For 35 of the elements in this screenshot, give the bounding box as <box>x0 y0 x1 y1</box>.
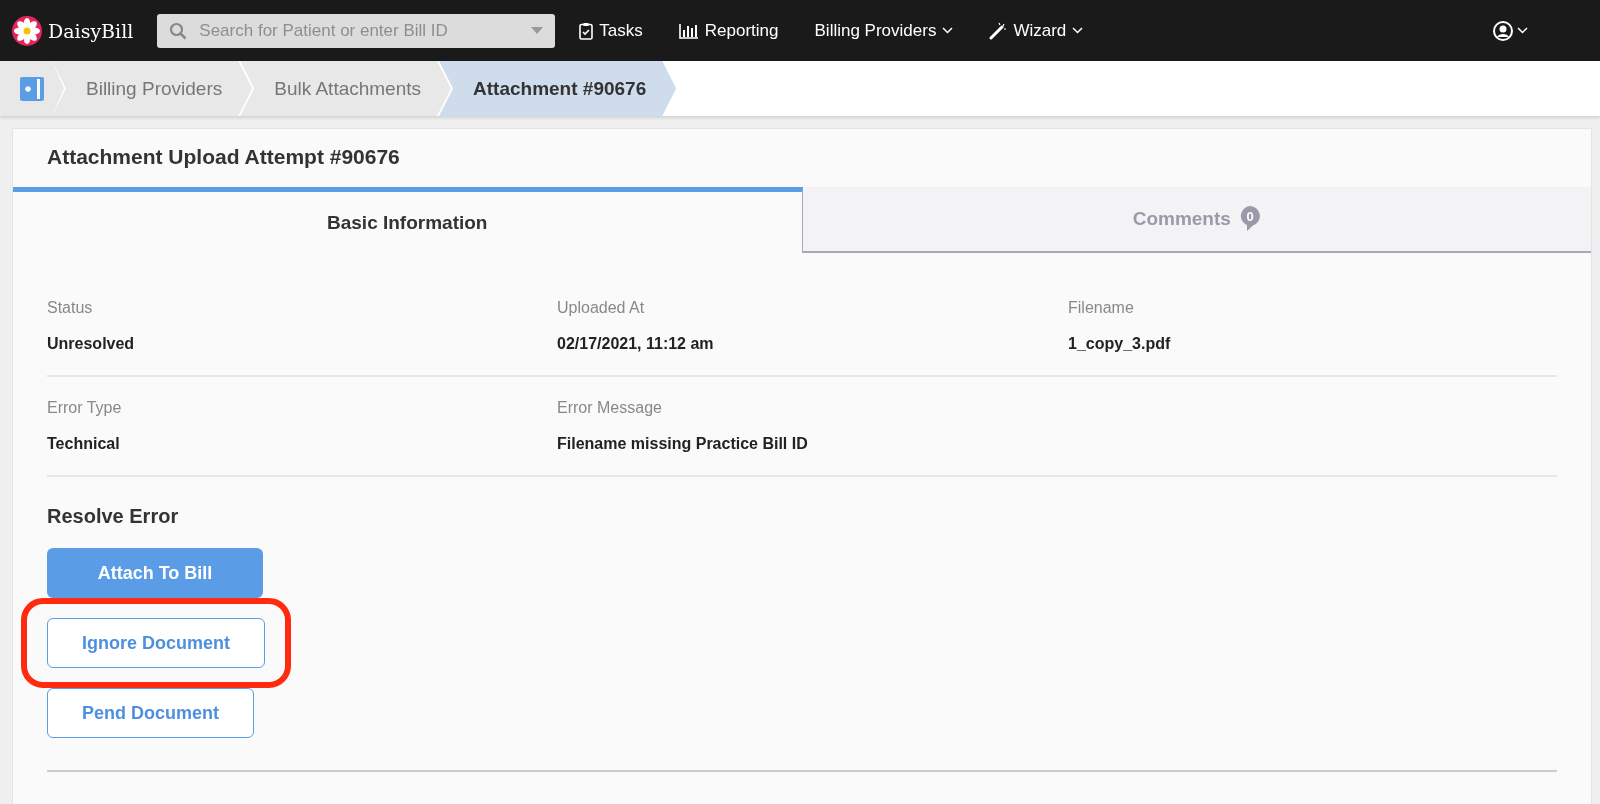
breadcrumb[interactable]: Billing Providers <box>52 61 253 116</box>
field-label: Filename <box>1068 299 1135 317</box>
clipboard-icon <box>579 21 594 40</box>
breadcrumb[interactable]: Attachment #90676 <box>439 61 677 116</box>
nav-menu-item[interactable]: Tasks <box>579 20 643 41</box>
search-icon <box>169 21 188 40</box>
comment-count-badge: 0 <box>1238 205 1261 233</box>
page-title: Attachment Upload Attempt #90676 <box>46 144 401 170</box>
bar-chart-icon <box>678 22 699 39</box>
field-value: 1_copy_3.pdf <box>1068 335 1172 353</box>
chevron-down-icon <box>1072 27 1084 34</box>
magic-wand-icon <box>989 21 1008 40</box>
field-value: 02/17/2021, 11:12 am <box>557 335 715 353</box>
nav-menu-item[interactable]: Billing Providers <box>814 20 954 41</box>
flower-logo-icon <box>12 15 42 46</box>
field-label: Status <box>47 299 94 317</box>
brand-name[interactable]: DaisyBill <box>48 19 134 42</box>
tab[interactable]: Basic Information <box>13 187 803 253</box>
field-label: Uploaded At <box>557 299 646 317</box>
field-value: Unresolved <box>47 335 136 353</box>
chevron-down-icon <box>942 27 954 34</box>
field-label: Error Type <box>47 399 123 417</box>
chevron-down-icon <box>1517 27 1528 34</box>
nav-menu-item[interactable]: Reporting <box>678 20 779 41</box>
user-avatar-icon[interactable] <box>1493 20 1513 41</box>
nav-menu-item[interactable]: Wizard <box>989 20 1084 41</box>
bill-icon[interactable] <box>19 75 45 102</box>
section-heading: Resolve Error <box>47 505 180 528</box>
search-field[interactable]: Search for Patient or enter Bill ID <box>157 13 556 48</box>
field-label: Error Message <box>557 399 663 417</box>
field-value: Filename missing Practice Bill ID <box>557 435 809 453</box>
search-input[interactable]: Search for Patient or enter Bill ID <box>197 19 522 42</box>
breadcrumb[interactable]: Bulk Attachments <box>240 61 452 116</box>
field-value: Technical <box>47 435 121 453</box>
dropdown-caret-icon <box>531 27 544 34</box>
